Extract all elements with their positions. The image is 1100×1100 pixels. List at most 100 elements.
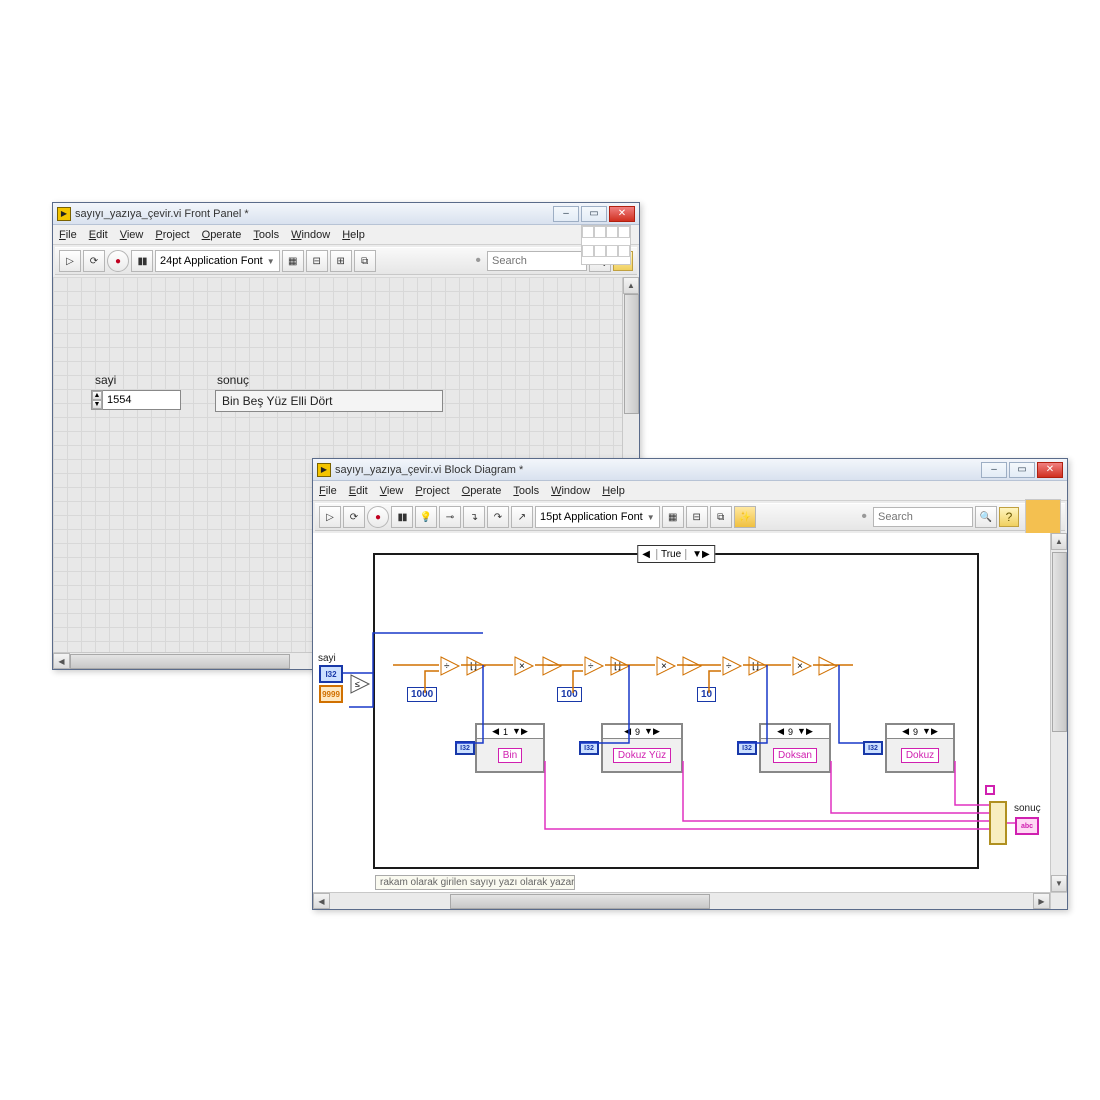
floor-node-2[interactable]: ⌊⌋	[609, 655, 631, 677]
search-input[interactable]	[487, 251, 587, 271]
mult-node-1[interactable]: ×	[513, 655, 535, 677]
resize-button[interactable]: ⊞	[330, 250, 352, 272]
menu-file[interactable]: File	[319, 485, 337, 497]
divide-node-3[interactable]: ÷	[721, 655, 743, 677]
divide-node-1[interactable]: ÷	[439, 655, 461, 677]
case-next-icon[interactable]: ▼▶	[644, 726, 660, 737]
case-next-icon[interactable]: ▼▶	[797, 726, 813, 737]
case-next-icon[interactable]: ▼▶	[512, 726, 528, 737]
constant-1000[interactable]: 1000	[407, 687, 437, 702]
case-selector-value[interactable]: True	[656, 549, 686, 560]
menu-operate[interactable]: Operate	[202, 229, 242, 241]
font-selector[interactable]: 24pt Application Font▼	[155, 250, 280, 272]
highlight-exec-button[interactable]: 💡	[415, 506, 437, 528]
case-box-doksan[interactable]: ◀9▼▶ Doksan	[759, 723, 831, 773]
i32-convert-1[interactable]: I32	[455, 741, 475, 755]
close-button[interactable]: ✕	[1037, 462, 1063, 478]
pause-button[interactable]: ▮▮	[131, 250, 153, 272]
titlebar[interactable]: ▶ sayıyı_yazıya_çevir.vi Block Diagram *…	[313, 459, 1067, 481]
menu-tools[interactable]: Tools	[513, 485, 539, 497]
case-box-dokuz-yuz[interactable]: ◀9▼▶ Dokuz Yüz	[601, 723, 683, 773]
search-icon[interactable]: 🔍	[975, 506, 997, 528]
run-continuous-button[interactable]: ⟳	[343, 506, 365, 528]
close-button[interactable]: ✕	[609, 206, 635, 222]
minimize-button[interactable]: –	[553, 206, 579, 222]
sub-node-2[interactable]: −	[681, 655, 703, 677]
i32-convert-3[interactable]: I32	[737, 741, 757, 755]
retain-wire-button[interactable]: ⊸	[439, 506, 461, 528]
case-next-icon[interactable]: ▼▶	[922, 726, 938, 737]
string-const-empty[interactable]	[985, 785, 995, 795]
constant-10[interactable]: 10	[697, 687, 716, 702]
step-out-button[interactable]: ↗	[511, 506, 533, 528]
sayi-input[interactable]	[103, 390, 181, 410]
distribute-button[interactable]: ⊟	[306, 250, 328, 272]
menu-file[interactable]: File	[59, 229, 77, 241]
align-button[interactable]: ▦	[282, 250, 304, 272]
constant-100[interactable]: 100	[557, 687, 582, 702]
menu-window[interactable]: Window	[551, 485, 590, 497]
mult-node-2[interactable]: ×	[655, 655, 677, 677]
maximize-button[interactable]: ▭	[1009, 462, 1035, 478]
floor-node-1[interactable]: ⌊⌋	[465, 655, 487, 677]
reorder-button[interactable]: ⧉	[710, 506, 732, 528]
help-button[interactable]: ?	[999, 507, 1019, 527]
sayi-down-button[interactable]: ▼	[92, 400, 102, 409]
i32-convert-4[interactable]: I32	[863, 741, 883, 755]
case-prev-icon[interactable]: ◀	[642, 549, 650, 560]
menu-view[interactable]: View	[120, 229, 144, 241]
align-button[interactable]: ▦	[662, 506, 684, 528]
maximize-button[interactable]: ▭	[581, 206, 607, 222]
connector-pane[interactable]	[581, 225, 631, 265]
sonuc-terminal[interactable]: abc	[1015, 817, 1039, 835]
distribute-button[interactable]: ⊟	[686, 506, 708, 528]
vi-icon[interactable]	[1025, 499, 1061, 535]
menu-help[interactable]: Help	[342, 229, 365, 241]
menu-tools[interactable]: Tools	[253, 229, 279, 241]
menu-project[interactable]: Project	[415, 485, 449, 497]
reorder-button[interactable]: ⧉	[354, 250, 376, 272]
step-over-button[interactable]: ↷	[487, 506, 509, 528]
titlebar[interactable]: ▶ sayıyı_yazıya_çevir.vi Front Panel * –…	[53, 203, 639, 225]
const-9999-terminal[interactable]: 9999	[319, 685, 343, 703]
run-continuous-button[interactable]: ⟳	[83, 250, 105, 272]
case-selector[interactable]: ◀ True ▼▶	[637, 545, 715, 563]
vertical-scrollbar[interactable]: ▲▼	[1050, 533, 1067, 892]
floor-node-3[interactable]: ⌊⌋	[747, 655, 769, 677]
font-selector[interactable]: 15pt Application Font▼	[535, 506, 660, 528]
menu-edit[interactable]: Edit	[89, 229, 108, 241]
case-prev-icon[interactable]: ◀	[777, 726, 784, 737]
menu-edit[interactable]: Edit	[349, 485, 368, 497]
sub-node-1[interactable]: −	[541, 655, 563, 677]
menu-operate[interactable]: Operate	[462, 485, 502, 497]
sayi-terminal[interactable]: I32	[319, 665, 343, 683]
cleanup-button[interactable]: ✨	[734, 506, 756, 528]
minimize-button[interactable]: –	[981, 462, 1007, 478]
case-prev-icon[interactable]: ◀	[624, 726, 631, 737]
case-box-bin[interactable]: ◀1▼▶ Bin	[475, 723, 545, 773]
divide-node-2[interactable]: ÷	[583, 655, 605, 677]
menu-view[interactable]: View	[380, 485, 404, 497]
block-diagram-canvas[interactable]: ◀ True ▼▶ sayi I32 9999 ≤ 1000 100 10 ÷ …	[313, 533, 1050, 892]
case-prev-icon[interactable]: ◀	[902, 726, 909, 737]
sayi-up-button[interactable]: ▲	[92, 391, 102, 400]
pause-button[interactable]: ▮▮	[391, 506, 413, 528]
case-prev-icon[interactable]: ◀	[492, 726, 499, 737]
menu-project[interactable]: Project	[155, 229, 189, 241]
menu-help[interactable]: Help	[602, 485, 625, 497]
run-button[interactable]: ▷	[59, 250, 81, 272]
search-input[interactable]	[873, 507, 973, 527]
horizontal-scrollbar[interactable]: ◀▶	[313, 892, 1050, 909]
run-button[interactable]: ▷	[319, 506, 341, 528]
mult-node-3[interactable]: ×	[791, 655, 813, 677]
case-structure[interactable]: ◀ True ▼▶	[373, 553, 979, 869]
case-next-icon[interactable]: ▼▶	[692, 549, 710, 560]
concat-strings-node[interactable]	[989, 801, 1007, 845]
abort-button[interactable]: ●	[367, 506, 389, 528]
menu-window[interactable]: Window	[291, 229, 330, 241]
step-into-button[interactable]: ↴	[463, 506, 485, 528]
abort-button[interactable]: ●	[107, 250, 129, 272]
case-box-dokuz[interactable]: ◀9▼▶ Dokuz	[885, 723, 955, 773]
i32-convert-2[interactable]: I32	[579, 741, 599, 755]
compare-node[interactable]: ≤	[349, 673, 371, 695]
